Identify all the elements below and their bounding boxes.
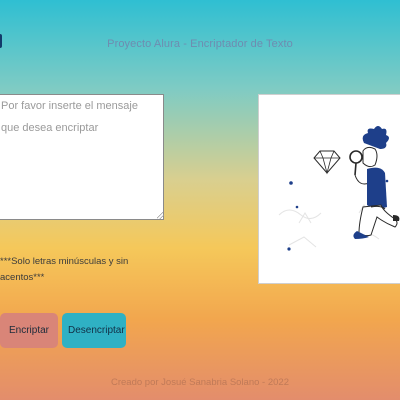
person-figure: [349, 126, 400, 239]
decrypt-button[interactable]: Desencriptar: [62, 313, 126, 348]
diamond-icon: [313, 150, 341, 175]
sparkle-dot: [287, 247, 291, 251]
input-warning: ***Solo letras minúsculas y sin acentos*…: [0, 256, 129, 283]
sparkle-dot: [289, 181, 293, 185]
footer-credit: Creado por Josué Sanabria Solano - 2022: [111, 377, 289, 388]
message-input[interactable]: [0, 94, 164, 220]
resize-handle-icon[interactable]: [157, 212, 164, 219]
magnifying-glass-icon: [349, 150, 363, 164]
page-title: Proyecto Alura - Encriptador de Texto: [107, 38, 293, 50]
sparkle-dot: [295, 205, 299, 209]
sparkle-dot: [385, 179, 389, 183]
output-panel: [258, 94, 400, 284]
person-with-magnifying-glass-illustration: [278, 126, 400, 251]
encrypt-button[interactable]: Encriptar: [0, 313, 58, 348]
